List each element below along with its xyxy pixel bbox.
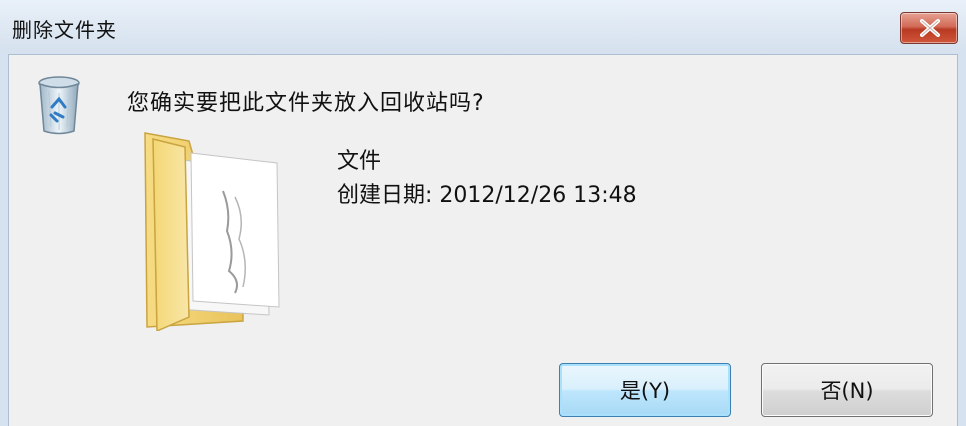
confirm-question: 您确实要把此文件夹放入回收站吗? bbox=[127, 91, 485, 116]
close-button[interactable] bbox=[900, 12, 958, 44]
dialog-content: 您确实要把此文件夹放入回收站吗? 文件 创建日期: 2012/12/26 13:… bbox=[8, 54, 958, 426]
delete-folder-dialog: 删除文件夹 您确实要把此文件夹放入回收站吗? 文件 创建日期: 2012/12/… bbox=[0, 0, 966, 426]
window-title: 删除文件夹 bbox=[12, 18, 117, 42]
recycle-bin-icon bbox=[38, 76, 80, 135]
item-name: 文件 bbox=[337, 149, 382, 174]
no-button[interactable]: 否(N) bbox=[761, 363, 933, 417]
item-created-date: 创建日期: 2012/12/26 13:48 bbox=[337, 183, 637, 208]
yes-button[interactable]: 是(Y) bbox=[559, 363, 731, 417]
close-x-icon bbox=[920, 19, 940, 37]
title-bar[interactable]: 删除文件夹 bbox=[0, 0, 966, 54]
folder-icon bbox=[144, 132, 280, 331]
